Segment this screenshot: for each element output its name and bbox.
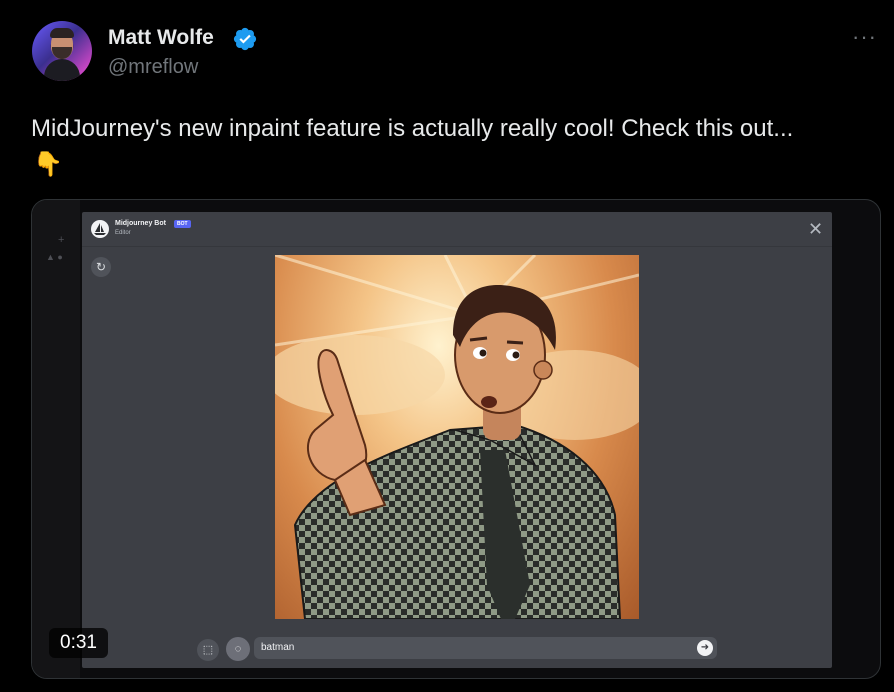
editor-subtitle: Editor: [115, 230, 131, 236]
generated-image[interactable]: [275, 255, 639, 619]
verified-badge-icon: [233, 27, 257, 51]
bot-avatar: [91, 220, 109, 238]
prompt-field[interactable]: ➜: [254, 637, 717, 659]
bot-badge: BOT: [174, 220, 191, 228]
send-arrow-icon[interactable]: ➜: [697, 640, 713, 656]
sailboat-icon: [94, 223, 106, 235]
close-icon[interactable]: ✕: [808, 219, 823, 240]
plus-icon: +: [58, 234, 65, 246]
rectangle-select-icon[interactable]: ⬚: [197, 639, 219, 661]
avatar[interactable]: [32, 21, 92, 81]
video-duration: 0:31: [49, 628, 108, 658]
bot-name: Midjourney Bot: [115, 220, 166, 227]
illustration: [275, 255, 639, 619]
lasso-icon[interactable]: ◌: [226, 637, 250, 661]
divider: [82, 246, 832, 247]
app-sidebar-strip: + ▲ ●: [32, 200, 80, 678]
more-options-icon[interactable]: ···: [852, 24, 877, 50]
pointing-down-emoji: 👇: [33, 151, 63, 178]
avatar-hair: [50, 28, 74, 38]
undo-icon[interactable]: ↻: [91, 257, 111, 277]
sidebar-icons: ▲ ●: [46, 252, 63, 262]
avatar-shirt: [44, 59, 80, 81]
tweet-text: MidJourney's new inpaint feature is actu…: [31, 115, 794, 142]
author-handle[interactable]: @mreflow: [108, 56, 198, 79]
video-player[interactable]: + ▲ ● Midjourney Bot BOT Editor ✕ ↻ ⬚ ◌ …: [31, 199, 881, 679]
prompt-input[interactable]: [261, 637, 681, 659]
editor-modal: Midjourney Bot BOT Editor ✕ ↻ ⬚ ◌ batman…: [82, 212, 832, 668]
author-name[interactable]: Matt Wolfe: [108, 26, 214, 50]
